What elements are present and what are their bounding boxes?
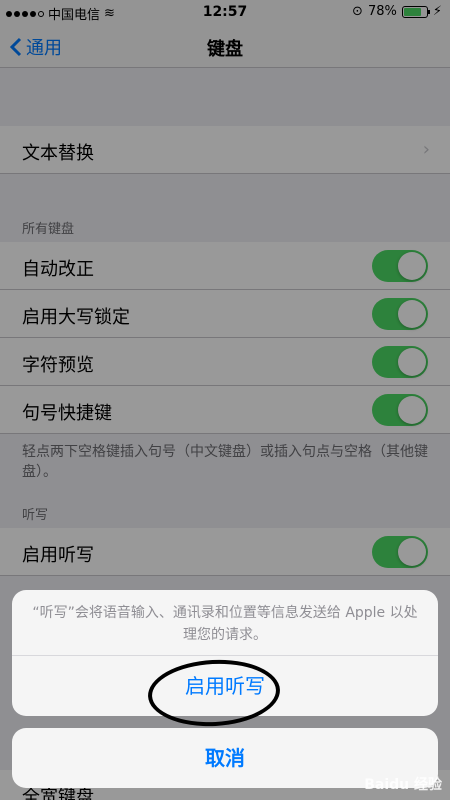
watermark: Baidu 经验 [364, 777, 442, 793]
sheet-message: “听写”会将语音输入、通讯录和位置等信息发送给 Apple 以处理您的请求。 [12, 590, 438, 656]
